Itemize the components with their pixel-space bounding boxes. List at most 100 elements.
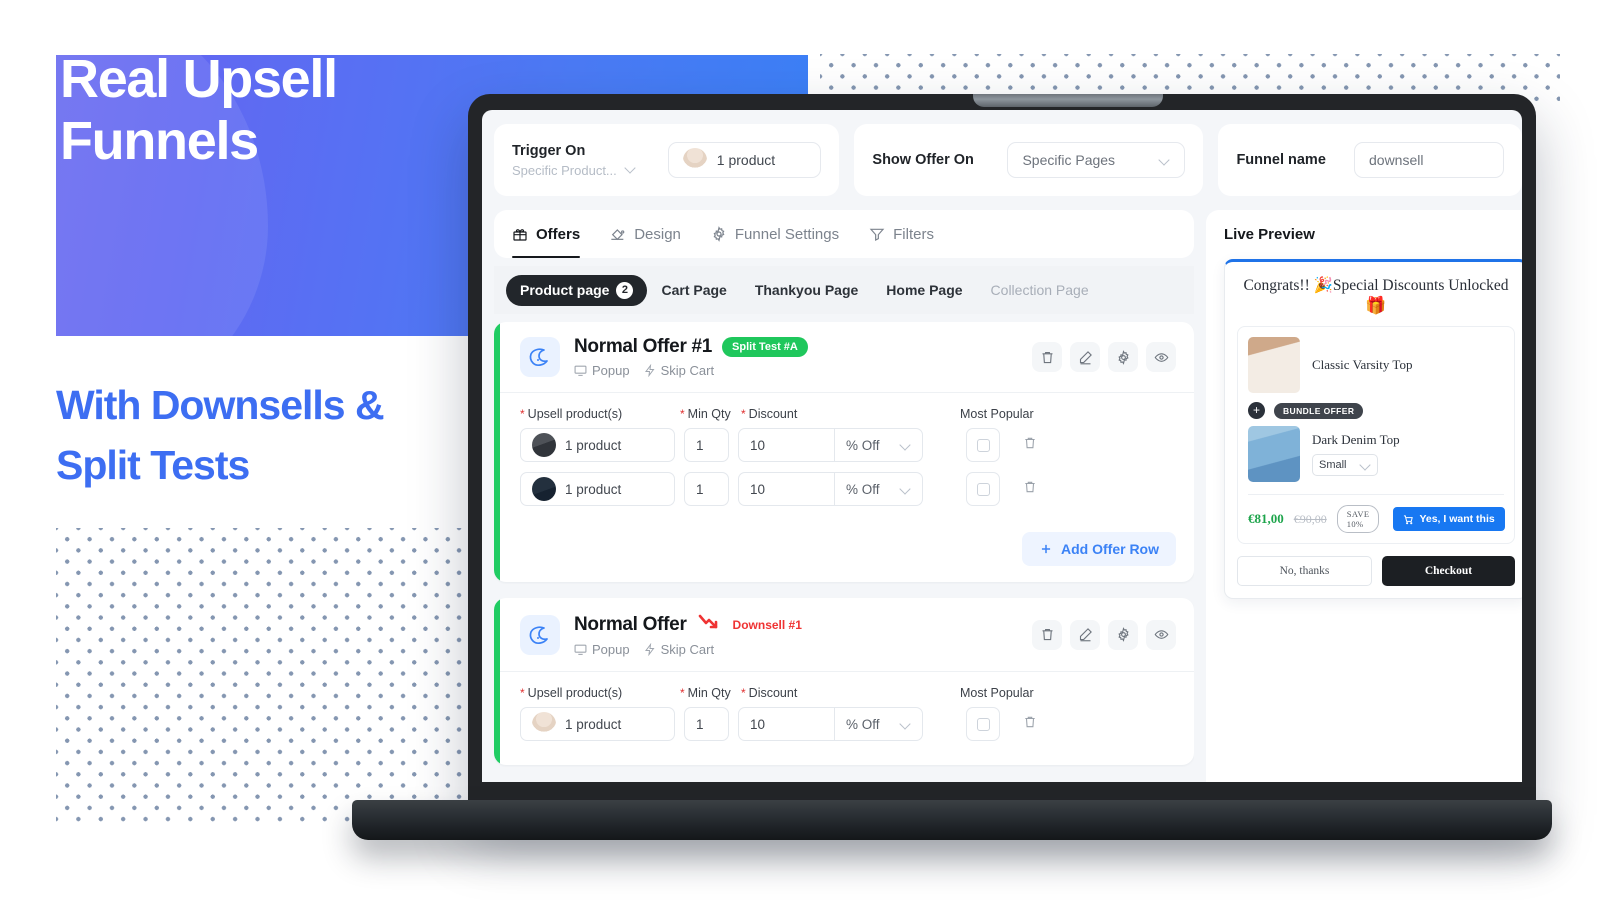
offer-brand-icon xyxy=(520,614,560,655)
product-thumbnail xyxy=(682,148,707,172)
discount-unit-value: % Off xyxy=(846,481,880,497)
laptop-mockup: Trigger On Specific Product... 1 product… xyxy=(352,94,1552,864)
delete-row-button[interactable] xyxy=(1023,436,1037,455)
laptop-screen-bezel: Trigger On Specific Product... 1 product… xyxy=(468,94,1536,816)
trash-icon xyxy=(1025,437,1035,448)
edit-offer-button[interactable] xyxy=(1070,342,1100,372)
gift-icon xyxy=(512,226,528,242)
column-header-discount: Discount xyxy=(741,407,926,421)
discount-unit-select[interactable]: % Off xyxy=(834,472,923,506)
offer-row: 1 product 1 10 % Off xyxy=(520,707,1176,741)
discount-amount-input[interactable]: 10 xyxy=(738,472,834,506)
upsell-product-input[interactable]: 1 product xyxy=(520,707,675,741)
tab-funnel-settings[interactable]: Funnel Settings xyxy=(711,210,839,258)
min-qty-input[interactable]: 1 xyxy=(684,707,729,741)
pencil-icon xyxy=(1079,350,1092,364)
page-tab-thankyou-page[interactable]: Thankyou Page xyxy=(741,275,872,306)
chevron-down-icon xyxy=(1360,460,1371,471)
tab-offers[interactable]: Offers xyxy=(512,210,581,258)
offer-meta-popup: Popup xyxy=(574,642,630,657)
add-offer-row-button[interactable]: Add Offer Row xyxy=(1022,532,1176,566)
chevron-down-icon xyxy=(900,440,911,451)
chevron-down-icon[interactable] xyxy=(625,163,636,174)
accept-offer-button[interactable]: Yes, I want this xyxy=(1393,507,1505,531)
discount-group: 10 % Off xyxy=(738,428,923,462)
product-thumbnail xyxy=(532,712,556,736)
edit-offer-button[interactable] xyxy=(1070,619,1100,650)
min-qty-input[interactable]: 1 xyxy=(684,428,729,462)
show-offer-on-value: Specific Pages xyxy=(1022,152,1116,168)
offer-title: Normal Offer xyxy=(574,613,687,635)
discount-unit-select[interactable]: % Off xyxy=(834,707,923,741)
product-image xyxy=(1248,426,1300,482)
funnel-name-card: Funnel name downsell xyxy=(1218,124,1522,196)
product-image xyxy=(1248,337,1300,393)
trigger-product-value: 1 product xyxy=(716,152,776,168)
min-qty-input[interactable]: 1 xyxy=(684,472,729,506)
offer-settings-button[interactable] xyxy=(1108,342,1138,372)
upsell-product-value: 1 product xyxy=(565,716,622,732)
page-tab-home-page[interactable]: Home Page xyxy=(872,275,976,306)
add-offer-row-container: Add Offer Row xyxy=(494,530,1194,582)
trash-icon xyxy=(1042,628,1052,641)
discount-group: 10 % Off xyxy=(738,472,923,506)
pencil-icon xyxy=(1079,628,1092,642)
funnel-icon xyxy=(869,226,885,242)
tab-filters[interactable]: Filters xyxy=(869,210,934,258)
offer-row: 1 product 1 10 % Off xyxy=(520,428,1176,462)
gear-icon xyxy=(711,226,727,242)
page-tab-product-page[interactable]: Product page 2 xyxy=(506,274,648,306)
product-thumbnail xyxy=(532,433,556,457)
delete-row-button[interactable] xyxy=(1023,715,1037,734)
upsell-product-value: 1 product xyxy=(565,481,622,497)
checkout-button[interactable]: Checkout xyxy=(1382,556,1515,586)
show-offer-on-select[interactable]: Specific Pages xyxy=(1007,142,1186,178)
delete-offer-button[interactable] xyxy=(1032,342,1062,372)
trigger-on-card: Trigger On Specific Product... 1 product xyxy=(494,124,840,196)
upsell-product-input[interactable]: 1 product xyxy=(520,428,675,462)
delete-offer-button[interactable] xyxy=(1032,619,1062,650)
live-preview-panel: Live Preview Congrats!! 🎉Special Discoun… xyxy=(1206,210,1522,782)
page-tab-cart-page[interactable]: Cart Page xyxy=(647,275,740,306)
most-popular-checkbox[interactable] xyxy=(966,472,1000,506)
column-header-product: Upsell product(s) xyxy=(520,686,680,700)
variant-select[interactable]: Small xyxy=(1312,454,1378,476)
preview-offer-button[interactable] xyxy=(1146,619,1176,650)
funnel-name-input[interactable]: downsell xyxy=(1354,142,1504,178)
live-preview-title: Live Preview xyxy=(1224,226,1315,243)
discount-unit-select[interactable]: % Off xyxy=(834,428,923,462)
offer-title: Normal Offer #1 xyxy=(574,336,713,357)
trigger-on-select-value[interactable]: Specific Product... xyxy=(512,163,617,178)
page-type-tabs: Product page 2 Cart Page Thankyou Page H… xyxy=(494,266,1194,314)
column-header-popular: Most Popular xyxy=(960,686,1034,700)
offer-header: Normal Offer #1 Split Test #A Popup Skip… xyxy=(494,322,1194,393)
offer-row: 1 product 1 10 % Off xyxy=(520,472,1176,506)
upsell-product-value: 1 product xyxy=(565,437,622,453)
bundle-divider: + BUNDLE OFFER xyxy=(1248,402,1504,419)
show-offer-on-label: Show Offer On xyxy=(872,152,974,168)
delete-row-button[interactable] xyxy=(1023,480,1037,499)
discount-amount-input[interactable]: 10 xyxy=(738,707,834,741)
downsell-arrow-icon xyxy=(697,612,723,637)
discount-amount-input[interactable]: 10 xyxy=(738,428,834,462)
plus-icon: + xyxy=(1248,402,1265,419)
tab-design[interactable]: Design xyxy=(610,210,681,258)
popup-footer: No, thanks Checkout xyxy=(1237,556,1515,586)
preview-offer-button[interactable] xyxy=(1146,342,1176,372)
page-tab-collection-page[interactable]: Collection Page xyxy=(977,275,1103,306)
decline-offer-button[interactable]: No, thanks xyxy=(1237,556,1372,586)
price-discounted: €81,00 xyxy=(1248,511,1284,526)
offers-list: Normal Offer #1 Split Test #A Popup Skip… xyxy=(494,322,1194,782)
preview-popup: Congrats!! 🎉Special Discounts Unlocked 🎁… xyxy=(1224,259,1522,599)
most-popular-checkbox[interactable] xyxy=(966,428,1000,462)
most-popular-checkbox[interactable] xyxy=(966,707,1000,741)
product-thumbnail xyxy=(532,477,556,501)
offer-action-buttons xyxy=(1032,619,1176,650)
bundle-item-name: Dark Denim Top xyxy=(1312,432,1400,447)
offer-settings-button[interactable] xyxy=(1108,619,1138,650)
upsell-product-input[interactable]: 1 product xyxy=(520,472,675,506)
bundle-offer-tag: BUNDLE OFFER xyxy=(1274,402,1364,419)
column-header-discount: Discount xyxy=(741,686,926,700)
trigger-product-input[interactable]: 1 product xyxy=(667,142,822,178)
bundle-item-name: Classic Varsity Top xyxy=(1312,357,1413,372)
